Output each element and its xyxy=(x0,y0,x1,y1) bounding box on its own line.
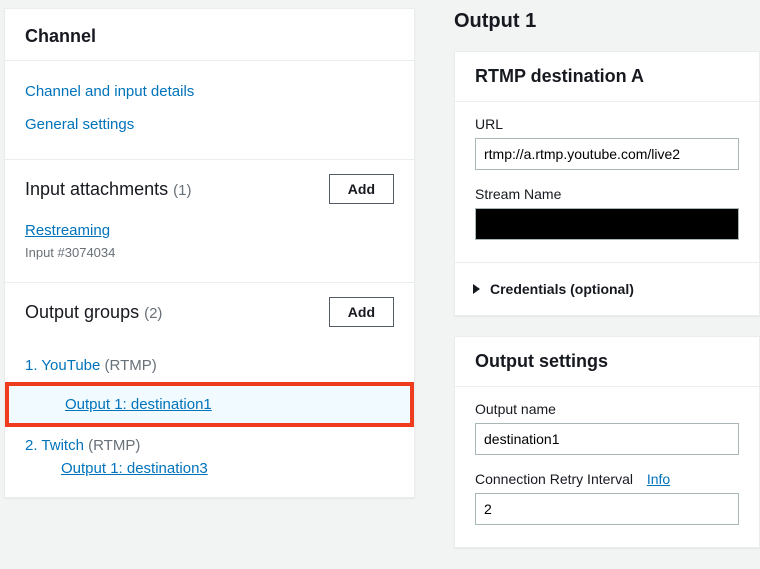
retry-interval-label: Connection Retry Interval Info xyxy=(475,471,739,487)
output-group-label: Twitch xyxy=(41,437,84,454)
output-group-proto: (RTMP) xyxy=(105,357,157,374)
input-attachments-title: Input attachments (1) xyxy=(25,179,191,200)
channel-panel-title: Channel xyxy=(5,9,414,61)
output-group-name: 1. YouTube (RTMP) xyxy=(25,355,394,376)
output-group-link[interactable]: 2. Twitch xyxy=(25,437,84,454)
output-groups-count: (2) xyxy=(144,305,162,322)
output-groups-title-text: Output groups xyxy=(25,302,139,322)
rtmp-destination-title: RTMP destination A xyxy=(455,52,759,102)
input-attachments-section: Input attachments (1) Add Restreaming In… xyxy=(5,159,414,282)
output-group-link[interactable]: 1. YouTube xyxy=(25,357,100,374)
stream-name-label: Stream Name xyxy=(475,186,739,202)
output-group-name: 2. Twitch (RTMP) xyxy=(25,435,394,456)
output-group-label: YouTube xyxy=(41,357,100,374)
retry-info-link[interactable]: Info xyxy=(647,471,670,487)
output-link-selected[interactable]: Output 1: destination1 xyxy=(65,396,212,413)
output-name-input[interactable] xyxy=(475,423,739,455)
stream-name-input[interactable] xyxy=(475,208,739,240)
input-attachment-link[interactable]: Restreaming xyxy=(25,216,394,245)
output-name-label: Output name xyxy=(475,401,739,417)
output-group-index: 1. xyxy=(25,357,38,374)
output-groups-section: Output groups (2) Add 1. YouTube (RTMP) … xyxy=(5,282,414,497)
rtmp-destination-card: RTMP destination A URL Stream Name Crede… xyxy=(454,51,760,316)
add-output-group-button[interactable]: Add xyxy=(329,297,394,327)
retry-interval-input[interactable] xyxy=(475,493,739,525)
channel-links: Channel and input details General settin… xyxy=(5,61,414,159)
output-groups-title: Output groups (2) xyxy=(25,302,162,323)
channel-panel: Channel Channel and input details Genera… xyxy=(4,8,415,498)
general-settings-link[interactable]: General settings xyxy=(25,108,394,141)
output-link[interactable]: Output 1: destination3 xyxy=(61,460,208,477)
channel-details-link[interactable]: Channel and input details xyxy=(25,75,394,108)
output-group-index: 2. xyxy=(25,437,38,454)
input-attachment-note: Input #3074034 xyxy=(25,245,394,266)
selected-output-highlight: Output 1: destination1 xyxy=(5,382,414,427)
page-title: Output 1 xyxy=(454,10,760,51)
input-attachments-title-text: Input attachments xyxy=(25,179,168,199)
output-group-youtube: 1. YouTube (RTMP) Output 1: destination1 xyxy=(25,355,394,427)
output-settings-card: Output settings Output name Connection R… xyxy=(454,336,760,548)
retry-interval-label-text: Connection Retry Interval xyxy=(475,471,633,487)
input-attachments-count: (1) xyxy=(173,182,191,199)
output-group-proto: (RTMP) xyxy=(88,437,140,454)
credentials-label: Credentials (optional) xyxy=(490,281,634,297)
credentials-expander[interactable]: Credentials (optional) xyxy=(455,262,759,315)
caret-right-icon xyxy=(473,284,480,294)
output-group-twitch: 2. Twitch (RTMP) Output 1: destination3 xyxy=(25,435,394,481)
url-input[interactable] xyxy=(475,138,739,170)
add-input-button[interactable]: Add xyxy=(329,174,394,204)
url-label: URL xyxy=(475,116,739,132)
output-settings-title: Output settings xyxy=(455,337,759,387)
